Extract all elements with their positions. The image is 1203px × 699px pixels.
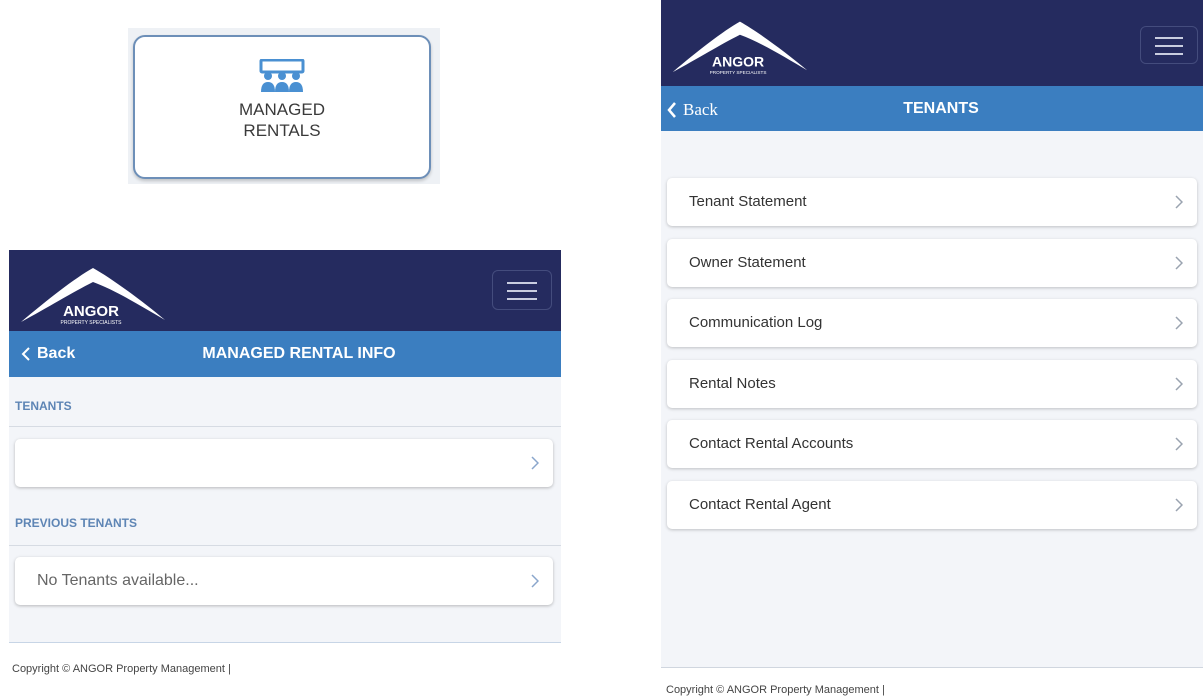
previous-tenant-list-item[interactable]: No Tenants available... <box>15 557 553 605</box>
app-header: ANGOR PROPERTY SPECIALISTS <box>661 0 1203 86</box>
chevron-right-icon <box>1175 195 1183 209</box>
no-tenants-label: No Tenants available... <box>37 572 199 589</box>
tile-label-line2: RENTALS <box>243 121 321 140</box>
menu-item-contact-rental-accounts[interactable]: Contact Rental Accounts <box>667 420 1197 468</box>
back-button[interactable]: Back <box>667 100 718 120</box>
hamburger-menu-icon[interactable] <box>1140 26 1198 64</box>
menu-item-rental-notes[interactable]: Rental Notes <box>667 360 1197 408</box>
tenant-list-item[interactable] <box>15 439 553 487</box>
chevron-right-icon <box>1175 377 1183 391</box>
logo-text: ANGOR <box>63 303 119 320</box>
angor-logo: ANGOR PROPERTY SPECIALISTS <box>669 14 809 81</box>
menu-item-owner-statement[interactable]: Owner Statement <box>667 239 1197 287</box>
menu-item-label: Contact Rental Agent <box>689 496 831 513</box>
menu-item-communication-log[interactable]: Communication Log <box>667 299 1197 347</box>
menu-item-tenant-statement[interactable]: Tenant Statement <box>667 178 1197 226</box>
back-button[interactable]: Back <box>21 345 75 363</box>
tenants-screen: ANGOR PROPERTY SPECIALISTS Back TENANTS … <box>661 0 1203 668</box>
chevron-right-icon <box>531 456 539 470</box>
logo-text: ANGOR <box>712 53 764 69</box>
logo-tagline: PROPERTY SPECIALISTS <box>61 320 123 326</box>
people-group-icon <box>259 59 305 92</box>
tile-label-line1: MANAGED <box>239 100 325 119</box>
back-label: Back <box>683 100 718 119</box>
app-header: ANGOR PROPERTY SPECIALISTS <box>9 250 561 331</box>
sub-header-bar: Back MANAGED RENTAL INFO <box>9 331 561 377</box>
previous-tenants-section-label: PREVIOUS TENANTS <box>9 496 561 546</box>
back-label: Back <box>37 345 76 362</box>
footer-divider <box>661 667 1203 668</box>
sub-header-bar: Back TENANTS <box>661 86 1203 131</box>
copyright-text: Copyright © ANGOR Property Management | <box>666 684 885 696</box>
managed-rental-info-screen: ANGOR PROPERTY SPECIALISTS Back MANAGED … <box>9 250 561 642</box>
chevron-right-icon <box>531 574 539 588</box>
copyright-text: Copyright © ANGOR Property Management | <box>12 663 231 675</box>
managed-rentals-tile[interactable]: MANAGED RENTALS <box>133 35 431 179</box>
logo-tagline: PROPERTY SPECIALISTS <box>710 70 767 75</box>
chevron-left-icon <box>21 347 30 361</box>
chevron-left-icon <box>667 102 676 118</box>
menu-item-contact-rental-agent[interactable]: Contact Rental Agent <box>667 481 1197 529</box>
chevron-right-icon <box>1175 498 1183 512</box>
footer-divider <box>9 642 561 643</box>
chevron-right-icon <box>1175 437 1183 451</box>
menu-item-label: Communication Log <box>689 314 823 331</box>
page-title: MANAGED RENTAL INFO <box>202 345 396 362</box>
menu-item-label: Tenant Statement <box>689 193 807 210</box>
menu-item-label: Rental Notes <box>689 375 776 392</box>
angor-logo: ANGOR PROPERTY SPECIALISTS <box>17 260 167 331</box>
hamburger-menu-icon[interactable] <box>492 270 552 310</box>
menu-item-label: Contact Rental Accounts <box>689 435 854 452</box>
menu-item-label: Owner Statement <box>689 254 806 271</box>
chevron-right-icon <box>1175 316 1183 330</box>
page-title: TENANTS <box>903 100 979 117</box>
managed-rentals-tile-area: MANAGED RENTALS <box>128 28 440 184</box>
tenants-section-label: TENANTS <box>9 377 561 427</box>
chevron-right-icon <box>1175 256 1183 270</box>
